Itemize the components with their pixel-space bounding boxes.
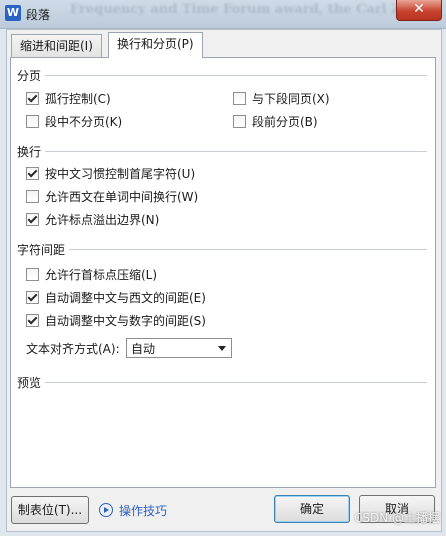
checkbox-label: 允许标点溢出边界(N) [45, 212, 160, 227]
divider [45, 151, 427, 152]
checkbox-label: 按中文习惯控制首尾字符(U) [45, 166, 196, 181]
checkbox-widow-control[interactable]: 孤行控制(C) [26, 90, 111, 106]
checkbox-label: 自动调整中文与西文的间距(E) [45, 290, 206, 305]
close-icon: ✕ [413, 1, 425, 17]
section-title-preview: 预览 [17, 376, 42, 390]
checkbox-box[interactable] [26, 114, 39, 128]
chevron-down-icon [218, 346, 226, 351]
section-title-character-spacing: 字符间距 [17, 243, 66, 257]
checkbox-keep-lines-together[interactable]: 段中不分页(K) [26, 113, 122, 129]
checkbox-allow-hanging-punctuation[interactable]: 允许标点溢出边界(N) [26, 211, 159, 227]
watermark: CSDN @土播摆 [353, 511, 440, 525]
checkbox-box[interactable] [26, 267, 39, 281]
text-alignment-select[interactable]: 自动 [126, 338, 232, 358]
checkbox-label: 允许行首标点压缩(L) [45, 267, 158, 282]
play-circle-icon [99, 503, 113, 517]
checkbox-label: 允许西文在单词中间换行(W) [45, 189, 199, 204]
checkbox-box[interactable] [233, 91, 246, 105]
checkbox-page-break-before[interactable]: 段前分页(B) [233, 113, 318, 129]
checkbox-label: 段前分页(B) [252, 114, 318, 129]
tab-line-page-breaks[interactable]: 换行和分页(P) [108, 32, 203, 58]
divider [45, 382, 427, 383]
section-title-line-break: 换行 [17, 145, 42, 159]
wps-writer-icon: W [5, 5, 21, 21]
checkbox-chinese-line-break-rules[interactable]: 按中文习惯控制首尾字符(U) [26, 165, 195, 181]
checkbox-box[interactable] [26, 166, 39, 180]
text-alignment-label: 文本对齐方式(A): [26, 342, 120, 356]
checkbox-label: 自动调整中文与数字的间距(S) [45, 313, 206, 328]
checkbox-label: 与下段同页(X) [252, 91, 330, 106]
tips-link[interactable]: 操作技巧 [99, 501, 167, 519]
ok-button[interactable]: 确定 [274, 495, 350, 523]
divider [45, 75, 427, 76]
checkbox-keep-with-next[interactable]: 与下段同页(X) [233, 90, 330, 106]
checkbox-box[interactable] [26, 189, 39, 203]
checkbox-auto-space-asian-numbers[interactable]: 自动调整中文与数字的间距(S) [26, 312, 206, 328]
tab-stops-button[interactable]: 制表位(T)... [11, 496, 89, 524]
checkbox-auto-space-asian-latin[interactable]: 自动调整中文与西文的间距(E) [26, 289, 206, 305]
divider [69, 249, 427, 250]
checkbox-label: 段中不分页(K) [45, 114, 123, 129]
select-value: 自动 [131, 342, 156, 356]
checkbox-box[interactable] [26, 212, 39, 226]
dialog-title: 段落 [26, 8, 51, 22]
title-bar: W 段落 Frequency and Time Forum award, the… [0, 0, 446, 29]
tab-panel: 分页 孤行控制(C) 与下段同页(X) 段中不分页(K) 段前分页(B) 换行 … [10, 57, 436, 488]
checkbox-compress-leading-punctuation[interactable]: 允许行首标点压缩(L) [26, 266, 157, 282]
checkbox-label: 孤行控制(C) [45, 91, 111, 106]
checkbox-box[interactable] [233, 114, 246, 128]
checkbox-box[interactable] [26, 313, 39, 327]
close-button[interactable]: ✕ [396, 0, 442, 21]
background-document-text: Frequency and Time Forum award, the Carl… [70, 2, 400, 17]
checkbox-box[interactable] [26, 91, 39, 105]
section-title-pagination: 分页 [17, 69, 42, 83]
tips-label: 操作技巧 [119, 503, 168, 518]
checkbox-box[interactable] [26, 290, 39, 304]
tab-indent-spacing[interactable]: 缩进和间距(I) [11, 34, 102, 57]
checkbox-allow-word-wrap[interactable]: 允许西文在单词中间换行(W) [26, 188, 198, 204]
dialog-body: 缩进和间距(I) 换行和分页(P) 分页 孤行控制(C) 与下段同页(X) 段中… [6, 29, 442, 532]
